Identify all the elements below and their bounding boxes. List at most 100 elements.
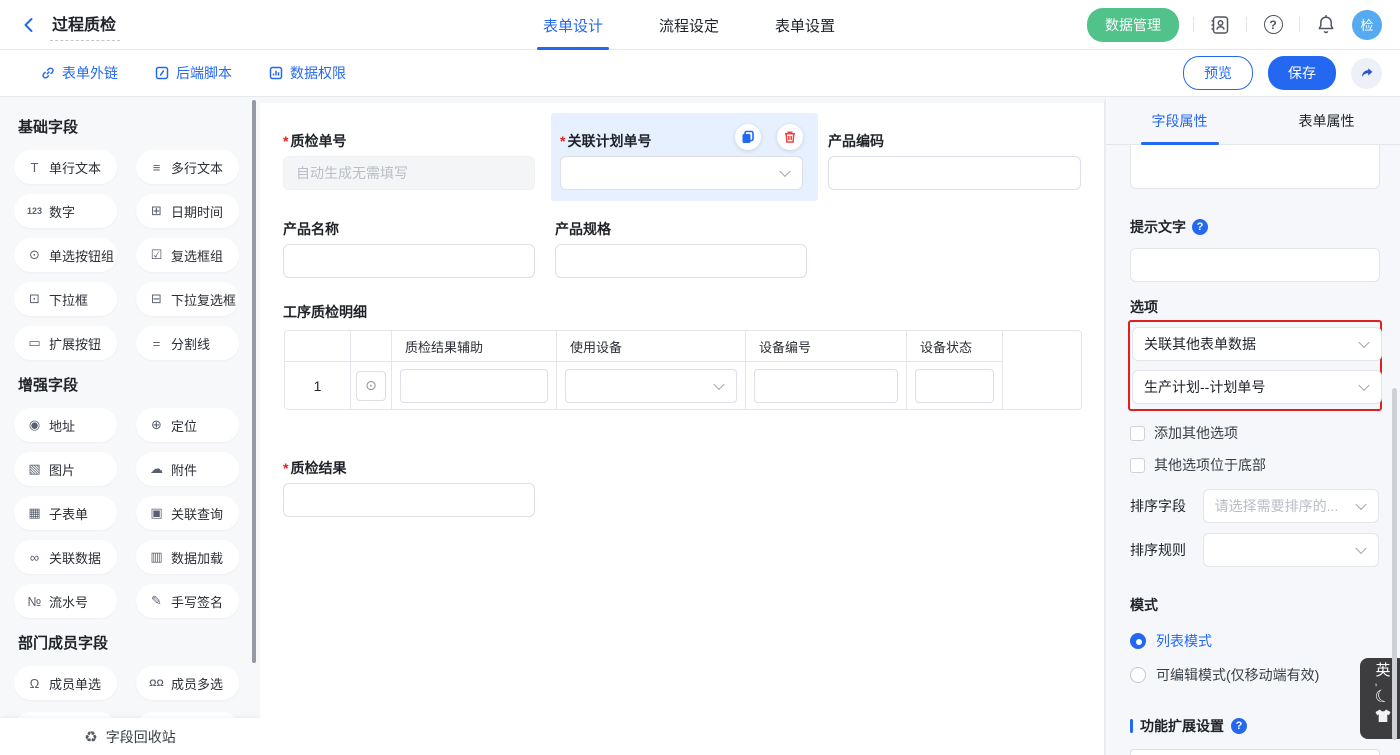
data-permission-icon (268, 65, 284, 81)
serial-number-icon: № (27, 594, 42, 609)
highlighted-options-box: 关联其他表单数据 生产计划--计划单号 (1128, 320, 1382, 411)
field-item-number[interactable]: 123数字 (14, 194, 117, 228)
option-source-select[interactable]: 关联其他表单数据 (1132, 327, 1382, 361)
tab-form-properties[interactable]: 表单属性 (1253, 97, 1400, 144)
qc-result-input[interactable] (283, 483, 535, 517)
field-item-serial-number[interactable]: №流水号 (14, 584, 117, 618)
tab-flow-setting[interactable]: 流程设定 (659, 0, 719, 50)
field-item-label: 定位 (171, 416, 197, 435)
field-item-label: 手写签名 (171, 592, 223, 611)
radio-selected[interactable] (1130, 633, 1146, 649)
field-item-address[interactable]: ◉地址 (14, 408, 117, 442)
field-item-label: 日期时间 (171, 202, 223, 221)
field-item-dropdown[interactable]: ⊡下拉框 (14, 282, 117, 316)
dropdown-multiselect-icon: ⊟ (149, 291, 164, 307)
panel-scrollbar[interactable] (1392, 388, 1397, 740)
subform-header-tool (351, 331, 392, 362)
field-item-datetime[interactable]: ⊞ 日期时间 (136, 194, 239, 228)
product-spec-input[interactable] (555, 244, 807, 278)
device-select[interactable] (565, 369, 737, 403)
title-input-clipped[interactable] (1130, 145, 1380, 189)
field-item-handwritten-signature[interactable]: ✎手写签名 (136, 584, 239, 618)
form-external-link[interactable]: 表单外链 (40, 63, 118, 83)
plan-no-select[interactable] (560, 156, 803, 190)
data-permission-link[interactable]: 数据权限 (268, 63, 346, 83)
field-label-product-spec: 产品规格 (555, 219, 611, 239)
field-item-checkbox-group[interactable]: ☑ 复选框组 (136, 238, 239, 272)
tab-form-design[interactable]: 表单设计 (543, 0, 603, 50)
field-item-multi-line-text[interactable]: ≡多行文本 (136, 150, 239, 184)
save-button[interactable]: 保存 (1268, 56, 1336, 90)
datetime-icon: ⊞ (149, 203, 164, 219)
tab-field-properties[interactable]: 字段属性 (1106, 97, 1253, 144)
checkbox-group-icon: ☑ (149, 247, 164, 263)
device-no-input[interactable] (754, 369, 898, 403)
field-item-member-single-select[interactable]: Ω成员单选 (14, 666, 117, 700)
field-item-extend-button[interactable]: ▭扩展按钮 (14, 326, 117, 360)
field-item-label: 子表单 (49, 504, 88, 523)
sidebar-scrollbar[interactable] (252, 100, 256, 663)
page-title[interactable]: 过程质检 (50, 9, 120, 41)
add-operation-button[interactable]: 添加操作 (1130, 749, 1380, 755)
help-icon[interactable]: ? (1261, 13, 1285, 37)
sort-rule-select[interactable] (1203, 533, 1379, 567)
target-icon-button[interactable]: ⊙ (356, 371, 386, 401)
moon-icon[interactable]: ☾ (1372, 684, 1393, 710)
qc-result-assist-input[interactable] (400, 369, 548, 403)
checkbox-other-option-bottom[interactable]: 其他选项位于底部 (1130, 455, 1379, 475)
checkbox[interactable] (1130, 426, 1145, 441)
field-item-image[interactable]: ▧图片 (14, 452, 117, 486)
shirt-icon[interactable] (1374, 708, 1392, 724)
delete-field-button[interactable] (777, 124, 803, 150)
back-button[interactable] (18, 14, 40, 36)
preview-button[interactable]: 预览 (1183, 56, 1253, 90)
tab-form-setting[interactable]: 表单设置 (775, 0, 835, 50)
field-item-radio-button-group[interactable]: ⊙单选按钮组 (14, 238, 117, 272)
data-manage-button[interactable]: 数据管理 (1087, 8, 1179, 42)
notification-bell-icon[interactable] (1314, 13, 1338, 37)
field-item-attachment[interactable]: ☁附件 (136, 452, 239, 486)
help-icon[interactable]: ? (1231, 718, 1247, 734)
device-status-input[interactable] (915, 369, 994, 403)
sort-rule-row: 排序规则 (1130, 533, 1379, 567)
share-button[interactable] (1351, 58, 1382, 89)
radio-list-mode[interactable]: 列表模式 (1130, 631, 1379, 651)
radio-editable-mode[interactable]: 可编辑模式(仅移动端有效) (1130, 665, 1379, 685)
field-item-linked-query[interactable]: ▣关联查询 (136, 496, 239, 530)
field-item-label: 关联数据 (49, 548, 101, 567)
field-item-label: 数据加载 (171, 548, 223, 567)
field-item-linked-data[interactable]: ∞关联数据 (14, 540, 117, 574)
sort-field-select[interactable]: 请选择需要排序的... (1203, 489, 1379, 523)
radio-unselected[interactable] (1130, 667, 1146, 683)
field-item-data-load[interactable]: ▥数据加载 (136, 540, 239, 574)
copy-field-button[interactable] (735, 124, 761, 150)
chevron-down-icon (1358, 337, 1369, 348)
radio-button-group-icon: ⊙ (27, 247, 42, 263)
divider-line-icon: = (149, 336, 164, 351)
field-item-member-multi-select[interactable]: ΩΩ成员多选 (136, 666, 239, 700)
field-item-label: 复选框组 (171, 246, 223, 265)
checkbox-add-other-option[interactable]: 添加其他选项 (1130, 423, 1379, 443)
field-recycle-bin[interactable]: ♻ 字段回收站 (0, 718, 260, 755)
contacts-icon[interactable] (1208, 13, 1232, 37)
field-item-dropdown-multiselect[interactable]: ⊟下拉复选框 (136, 282, 239, 316)
product-code-input[interactable] (828, 156, 1081, 190)
field-item-single-line-text[interactable]: T单行文本 (14, 150, 117, 184)
field-label-product-name: 产品名称 (283, 219, 339, 239)
field-item-divider-line[interactable]: =分割线 (136, 326, 239, 360)
help-icon[interactable]: ? (1192, 219, 1208, 235)
product-name-input[interactable] (283, 244, 535, 278)
selected-field-plan-no[interactable]: *关联计划单号 (551, 113, 818, 201)
language-badge[interactable]: 英 (1375, 662, 1390, 679)
field-item-location[interactable]: ⊕定位 (136, 408, 239, 442)
backend-script-link[interactable]: 后端脚本 (154, 63, 232, 83)
option-field-select[interactable]: 生产计划--计划单号 (1132, 370, 1382, 404)
hint-text-input[interactable] (1130, 248, 1380, 282)
chevron-down-icon (713, 378, 724, 389)
field-item-subform[interactable]: ▦子表单 (14, 496, 117, 530)
qc-no-input[interactable] (283, 156, 535, 190)
field-library-sidebar: 基础字段T单行文本≡多行文本123数字⊞日期时间⊙单选按钮组☑复选框组⊡下拉框⊟… (0, 97, 260, 755)
user-avatar[interactable]: 检 (1352, 10, 1382, 40)
checkbox[interactable] (1130, 458, 1145, 473)
field-item-label: 单行文本 (49, 158, 101, 177)
